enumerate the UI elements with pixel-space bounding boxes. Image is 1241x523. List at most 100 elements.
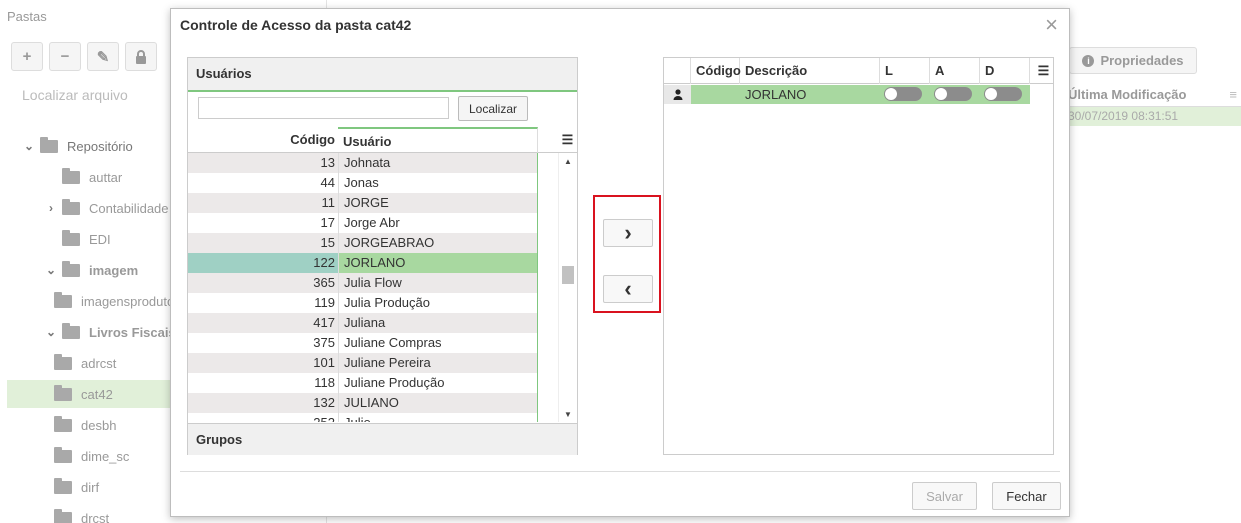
user-row[interactable]: 252Julie <box>188 413 538 422</box>
user-row[interactable]: 375 Juliane Compras <box>188 333 538 353</box>
folder-icon <box>62 167 80 184</box>
chevron-down-icon[interactable]: ⌄ <box>44 325 58 339</box>
user-row[interactable]: 118 Juliane Produção <box>188 373 538 393</box>
user-row[interactable]: 44 Jonas <box>188 173 538 193</box>
close-button[interactable]: Fechar <box>992 482 1061 510</box>
user-name: Jonas <box>338 173 538 193</box>
groups-section-header[interactable]: Grupos <box>188 423 577 455</box>
user-code: 11 <box>321 195 336 210</box>
column-header-code[interactable]: Código <box>691 58 741 84</box>
column-header-modified[interactable]: Última Modificação ≡ <box>1064 83 1241 107</box>
user-search-input[interactable] <box>198 97 449 119</box>
user-code: 13 <box>320 155 335 170</box>
tree-item[interactable]: desbh <box>54 411 116 439</box>
user-row[interactable]: 101 Juliane Pereira <box>188 353 538 373</box>
scroll-up-icon[interactable]: ▲ <box>559 155 577 169</box>
user-row[interactable]: 132 JULIANO <box>188 393 538 413</box>
folders-title: Pastas <box>7 9 47 24</box>
tree-item-label: cat42 <box>81 386 113 402</box>
user-name: Juliana <box>338 313 538 333</box>
remove-folder-button[interactable]: − <box>49 42 81 71</box>
tree-item-label: Repositório <box>67 138 133 154</box>
tree-item[interactable]: adrcst <box>54 349 116 377</box>
tree-item[interactable]: ⌄ Repositório <box>22 132 133 160</box>
minus-icon: − <box>60 48 70 65</box>
column-header-label: Última Modificação <box>1068 87 1187 102</box>
scroll-down-icon[interactable]: ▼ <box>559 408 577 422</box>
column-header-a[interactable]: A <box>930 58 980 84</box>
toggle-a[interactable] <box>930 85 980 104</box>
add-folder-button[interactable]: + <box>11 42 43 71</box>
user-name: JORGE <box>338 193 538 213</box>
folder-icon <box>54 353 72 370</box>
column-menu-icon[interactable]: ≡ <box>1229 87 1237 102</box>
chevron-right-icon[interactable]: › <box>44 201 58 215</box>
folder-icon <box>62 198 80 215</box>
edit-folder-button[interactable]: ✎ <box>87 42 119 71</box>
file-search-input[interactable]: Localizar arquivo <box>22 87 128 103</box>
folder-icon <box>54 415 72 432</box>
column-header-description[interactable]: Descrição <box>740 58 880 84</box>
user-row[interactable]: 365 Julia Flow <box>188 273 538 293</box>
tree-item-label: dime_sc <box>81 448 130 464</box>
toggle-l[interactable] <box>880 85 930 104</box>
user-code: 252 <box>188 413 338 422</box>
users-scrollbar[interactable]: ▲ ▼ <box>558 153 577 422</box>
users-grid-rows: 13 Johnata 44 Jonas 11 JORGE 17 Jorge Abr 15 JORG… <box>188 153 538 422</box>
user-row[interactable]: 417 Juliana <box>188 313 538 333</box>
column-header-l[interactable]: L <box>880 58 930 84</box>
tree-item[interactable]: auttar <box>44 163 122 191</box>
user-name: JORLANO <box>338 253 538 273</box>
perm-code <box>691 85 740 104</box>
properties-button[interactable]: i Propriedades <box>1069 47 1197 74</box>
find-button[interactable]: Localizar <box>458 96 528 121</box>
tree-item[interactable]: dirf <box>54 473 99 501</box>
scroll-thumb[interactable] <box>562 266 574 284</box>
folder-icon <box>54 291 72 308</box>
grid-menu-icon[interactable]: ☰ <box>558 127 577 153</box>
file-row-modified[interactable]: 30/07/2019 08:31:51 <box>1064 107 1241 126</box>
user-row[interactable]: 119 Julia Produção <box>188 293 538 313</box>
remove-user-button[interactable]: ‹ <box>603 275 653 303</box>
users-section-header[interactable]: Usuários <box>188 58 577 92</box>
column-header-d[interactable]: D <box>980 58 1030 84</box>
lock-icon <box>136 49 146 64</box>
tree-item[interactable]: EDI <box>44 225 111 253</box>
tree-item[interactable]: cat42 <box>7 380 170 408</box>
grid-menu-icon[interactable]: ☰ <box>1034 58 1053 84</box>
tree-item-label: EDI <box>89 231 111 247</box>
chevron-down-icon[interactable]: ⌄ <box>44 263 58 277</box>
folder-open-icon <box>40 136 58 153</box>
user-name: Jorge Abr <box>338 213 538 233</box>
footer-divider <box>180 471 1060 472</box>
user-name: Julia Produção <box>338 293 538 313</box>
chevron-down-icon[interactable]: ⌄ <box>22 139 36 153</box>
user-code: 417 <box>313 315 335 330</box>
tree-item[interactable]: › Contabilidade <box>44 194 169 222</box>
user-row[interactable]: 17 Jorge Abr <box>188 213 538 233</box>
tree-item[interactable]: ⌄ imagem <box>44 256 138 284</box>
user-row[interactable]: 11 JORGE <box>188 193 538 213</box>
toggle-d[interactable] <box>980 85 1030 104</box>
permission-row[interactable]: JORLANO <box>664 85 1030 104</box>
user-row[interactable]: 122 JORLANO <box>188 253 538 273</box>
save-button[interactable]: Salvar <box>912 482 977 510</box>
user-code: 101 <box>313 355 335 370</box>
tree-item[interactable]: dime_sc <box>54 442 129 470</box>
close-icon[interactable]: × <box>1045 12 1058 38</box>
user-code: 118 <box>314 375 335 390</box>
tree-item-label: auttar <box>89 169 123 185</box>
user-row[interactable]: 13 Johnata <box>188 153 538 173</box>
folder-icon <box>62 322 80 339</box>
tree-item[interactable]: imagensproduto <box>54 287 174 315</box>
tree-item-label: drcst <box>81 510 110 523</box>
user-row[interactable]: 15 JORGEABRAO <box>188 233 538 253</box>
column-header-user[interactable]: Usuário <box>338 127 538 153</box>
permissions-panel: Código Descrição L A D ☰ JORLANO <box>663 57 1054 455</box>
lock-folder-button[interactable] <box>125 42 157 71</box>
add-user-button[interactable]: › <box>603 219 653 247</box>
tree-item[interactable]: drcst <box>54 504 109 523</box>
tree-item[interactable]: ⌄ Livros Fiscais <box>44 318 176 346</box>
column-header-code[interactable]: Código <box>188 127 338 153</box>
users-grid: Código Usuário ☰ 13 Johnata 44 Jonas 11 JORGE… <box>188 127 577 422</box>
